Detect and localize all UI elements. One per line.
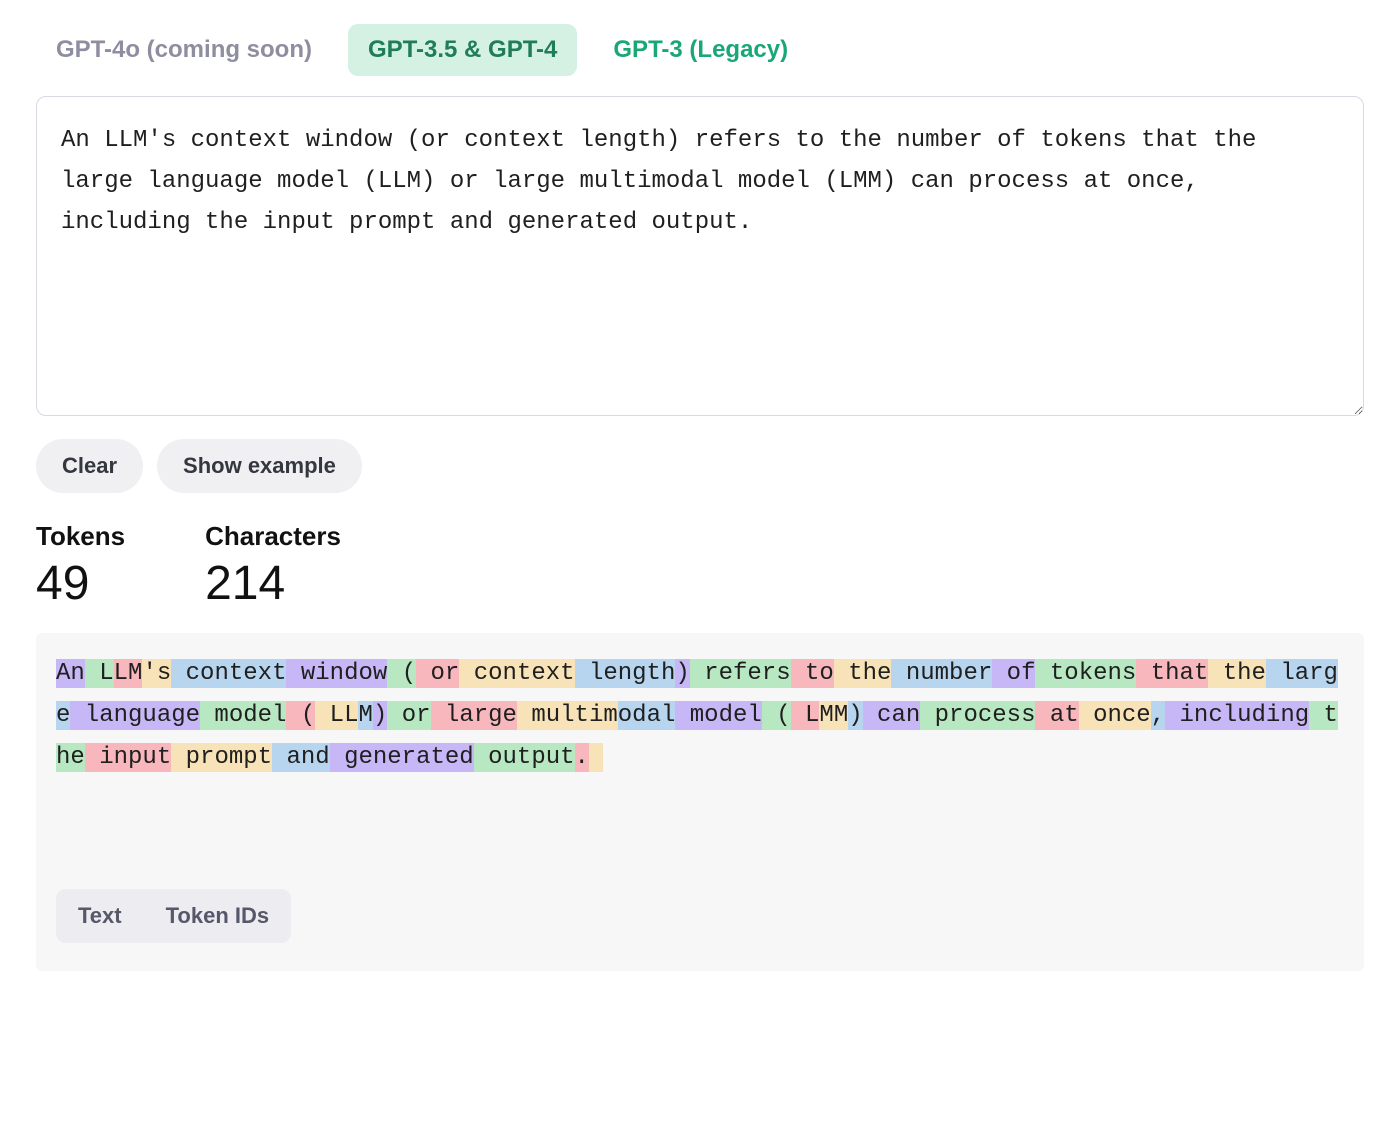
token: ( bbox=[762, 701, 791, 730]
token: and bbox=[272, 743, 330, 772]
token: context bbox=[459, 659, 574, 688]
token: 's bbox=[142, 659, 171, 688]
token: , bbox=[1151, 701, 1165, 730]
token: model bbox=[200, 701, 286, 730]
token: large bbox=[431, 701, 517, 730]
token: L bbox=[791, 701, 820, 730]
token: MM bbox=[819, 701, 848, 730]
token: the bbox=[1208, 659, 1266, 688]
token: that bbox=[1136, 659, 1208, 688]
token: language bbox=[70, 701, 200, 730]
tab-gpt4o[interactable]: GPT-4o (coming soon) bbox=[36, 24, 332, 76]
characters-value: 214 bbox=[205, 556, 341, 611]
tab-gpt35-gpt4[interactable]: GPT-3.5 & GPT-4 bbox=[348, 24, 577, 76]
token: ( bbox=[286, 701, 315, 730]
token: or bbox=[416, 659, 459, 688]
token: . bbox=[575, 743, 589, 772]
viz-tab-token-ids[interactable]: Token IDs bbox=[144, 889, 292, 943]
token: ( bbox=[387, 659, 416, 688]
tokens-stat: Tokens 49 bbox=[36, 521, 125, 611]
token: model bbox=[675, 701, 761, 730]
token: ) bbox=[675, 659, 689, 688]
token: number bbox=[891, 659, 992, 688]
token: output bbox=[474, 743, 575, 772]
token: generated bbox=[330, 743, 474, 772]
clear-button[interactable]: Clear bbox=[36, 439, 143, 493]
viz-tab-text[interactable]: Text bbox=[56, 889, 144, 943]
token: context bbox=[171, 659, 286, 688]
token: prompt bbox=[171, 743, 272, 772]
show-example-button[interactable]: Show example bbox=[157, 439, 362, 493]
tokens-value: 49 bbox=[36, 556, 125, 611]
tab-gpt3-legacy[interactable]: GPT-3 (Legacy) bbox=[593, 24, 808, 76]
token bbox=[589, 743, 603, 772]
stats-row: Tokens 49 Characters 214 bbox=[36, 521, 1364, 611]
token: ) bbox=[848, 701, 862, 730]
token: can bbox=[863, 701, 921, 730]
characters-label: Characters bbox=[205, 521, 341, 552]
token: input bbox=[85, 743, 171, 772]
tokenizer-input[interactable] bbox=[36, 96, 1364, 416]
token: window bbox=[286, 659, 387, 688]
viz-mode-tabs: Text Token IDs bbox=[56, 889, 1344, 943]
token: ) bbox=[373, 701, 387, 730]
action-row: Clear Show example bbox=[36, 439, 1364, 493]
token: length bbox=[575, 659, 676, 688]
token: to bbox=[791, 659, 834, 688]
token: tokens bbox=[1035, 659, 1136, 688]
tokens-label: Tokens bbox=[36, 521, 125, 552]
token: the bbox=[834, 659, 892, 688]
token-visualization: An LLM's context window ( or context len… bbox=[56, 653, 1344, 779]
token: at bbox=[1035, 701, 1078, 730]
token: LM bbox=[114, 659, 143, 688]
token: or bbox=[387, 701, 430, 730]
token: L bbox=[85, 659, 114, 688]
token: including bbox=[1165, 701, 1309, 730]
token: of bbox=[992, 659, 1035, 688]
token: process bbox=[920, 701, 1035, 730]
token: refers bbox=[690, 659, 791, 688]
token: odal bbox=[618, 701, 676, 730]
token: M bbox=[358, 701, 372, 730]
token: once bbox=[1079, 701, 1151, 730]
token-visualization-panel: An LLM's context window ( or context len… bbox=[36, 633, 1364, 971]
model-tabs: GPT-4o (coming soon) GPT-3.5 & GPT-4 GPT… bbox=[36, 24, 1364, 76]
token: LL bbox=[315, 701, 358, 730]
characters-stat: Characters 214 bbox=[205, 521, 341, 611]
token: multim bbox=[517, 701, 618, 730]
token: An bbox=[56, 659, 85, 688]
